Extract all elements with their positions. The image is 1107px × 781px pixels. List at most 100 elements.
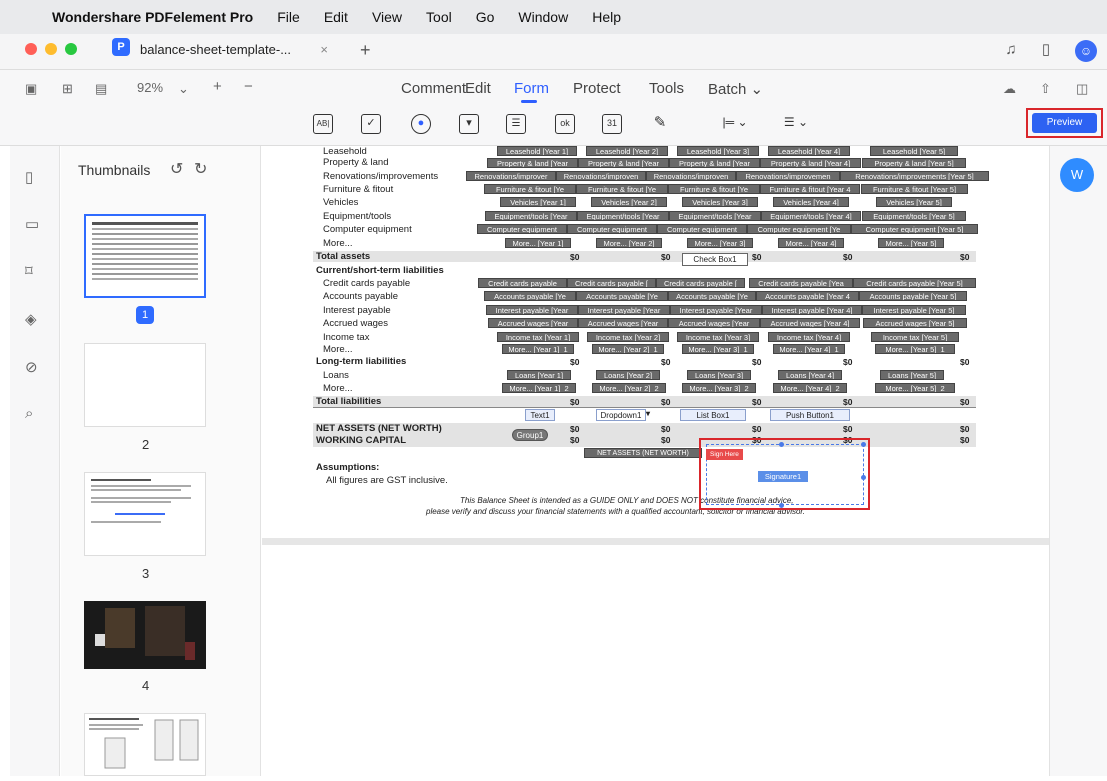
menu-view[interactable]: View bbox=[372, 9, 402, 25]
form-field[interactable]: Computer equipment [Ye bbox=[747, 224, 851, 234]
tab-batch[interactable]: Batch ⌄ bbox=[708, 80, 763, 98]
form-field[interactable]: Accounts payable [Ye bbox=[668, 291, 756, 301]
form-field[interactable]: Loans [Year 1] bbox=[507, 370, 571, 380]
form-field[interactable]: Interest payable [Year 5] bbox=[862, 305, 966, 315]
menu-edit[interactable]: Edit bbox=[324, 9, 348, 25]
form-field[interactable]: Interest payable [Year bbox=[486, 305, 578, 315]
form-field[interactable]: More... [Year 4]_2 bbox=[773, 383, 847, 393]
dropdown-chevron-icon[interactable]: ▾ bbox=[646, 409, 650, 418]
signature-field[interactable]: Signature1 bbox=[758, 471, 808, 482]
thumbnail-page-1[interactable] bbox=[84, 214, 206, 298]
form-field[interactable]: Accounts payable [Ye bbox=[576, 291, 668, 301]
minimize-window-button[interactable] bbox=[45, 43, 57, 55]
date-field-tool-icon[interactable]: 31 bbox=[602, 114, 622, 134]
search-icon[interactable]: ⌕ bbox=[25, 405, 33, 422]
text-field-tool-icon[interactable]: AB| bbox=[313, 114, 333, 134]
resize-handle[interactable] bbox=[779, 503, 784, 508]
attachment-icon[interactable]: ⊘ bbox=[25, 358, 38, 376]
form-field[interactable]: Income tax [Year 1] bbox=[497, 332, 579, 342]
form-field[interactable]: Income tax [Year 5] bbox=[871, 332, 959, 342]
close-window-button[interactable] bbox=[25, 43, 37, 55]
zoom-chevron-icon[interactable]: ⌄ bbox=[178, 81, 189, 97]
form-field[interactable]: Vehicles [Year 2] bbox=[591, 197, 667, 207]
share-icon[interactable]: ⇧ bbox=[1040, 81, 1051, 97]
form-field[interactable]: Accounts payable [Year 5] bbox=[859, 291, 967, 301]
close-tab-icon[interactable]: × bbox=[320, 37, 328, 63]
form-field[interactable]: Property & land [Year bbox=[669, 158, 760, 168]
form-field[interactable]: Income tax [Year 2] bbox=[587, 332, 669, 342]
form-field[interactable]: Computer equipment bbox=[657, 224, 747, 234]
page-icon[interactable]: ▯ bbox=[25, 168, 33, 186]
form-field[interactable]: Accrued wages [Year 4] bbox=[760, 318, 860, 328]
form-field[interactable]: More... [Year 3]_2 bbox=[682, 383, 756, 393]
form-field[interactable]: Leasehold [Year 1] bbox=[497, 146, 577, 156]
form-field[interactable]: Renovations/improven bbox=[646, 171, 736, 181]
form-field[interactable]: Accrued wages [Year 5] bbox=[863, 318, 967, 328]
form-field[interactable]: Computer equipment bbox=[477, 224, 567, 234]
zoom-in-button[interactable]: + bbox=[213, 78, 222, 95]
check-box-field[interactable]: Check Box1 bbox=[682, 253, 748, 266]
rotate-right-icon[interactable]: ↻ bbox=[194, 159, 207, 179]
user-avatar[interactable]: ☺ bbox=[1075, 40, 1097, 62]
form-field[interactable]: Property & land [Year bbox=[578, 158, 669, 168]
form-field[interactable]: Accrued wages [Year bbox=[578, 318, 668, 328]
bookmark-icon[interactable]: ⌑ bbox=[25, 262, 33, 280]
tab-edit[interactable]: Edit bbox=[465, 80, 491, 97]
form-field[interactable]: More... [Year 1]_1 bbox=[502, 344, 574, 354]
form-field[interactable]: Loans [Year 5] bbox=[880, 370, 944, 380]
form-field[interactable]: Property & land [Year 5] bbox=[862, 158, 966, 168]
form-field[interactable]: Income tax [Year 3] bbox=[677, 332, 759, 342]
form-field[interactable]: Credit cards payable [Yea bbox=[749, 278, 853, 288]
form-field[interactable]: Credit cards payable bbox=[478, 278, 567, 288]
form-field[interactable]: Computer equipment [Year 5] bbox=[851, 224, 978, 234]
form-field[interactable]: Leasehold [Year 4] bbox=[768, 146, 850, 156]
form-field[interactable]: Equipment/tools [Year bbox=[577, 211, 669, 221]
tab-tools[interactable]: Tools bbox=[649, 80, 684, 97]
signature-tool-icon[interactable]: ✎ bbox=[650, 114, 670, 134]
tab-comment[interactable]: Comment bbox=[401, 80, 466, 97]
menu-app-name[interactable]: Wondershare PDFelement Pro bbox=[52, 9, 253, 25]
grid-view-icon[interactable]: ⊞ bbox=[62, 81, 73, 97]
zoom-level[interactable]: 92% bbox=[137, 80, 163, 95]
form-field[interactable]: Leasehold [Year 5] bbox=[870, 146, 958, 156]
page-view-icon[interactable]: ▤ bbox=[95, 81, 107, 97]
form-field[interactable]: More... [Year 5] bbox=[878, 238, 944, 248]
form-field[interactable]: Property & land [Year bbox=[487, 158, 578, 168]
thumbnail-page-4[interactable] bbox=[84, 601, 206, 669]
form-field[interactable]: More... [Year 2] bbox=[596, 238, 662, 248]
form-field[interactable]: Computer equipment bbox=[567, 224, 657, 234]
form-field[interactable]: Equipment/tools [Year bbox=[485, 211, 577, 221]
zoom-out-button[interactable]: − bbox=[244, 78, 253, 95]
sidebar-toggle-icon[interactable]: ▣ bbox=[25, 81, 37, 97]
radio-button-tool-icon[interactable]: ● bbox=[411, 114, 431, 134]
form-field[interactable]: Interest payable [Year bbox=[670, 305, 762, 315]
dropdown-widget[interactable]: Dropdown1 bbox=[596, 409, 646, 421]
form-field[interactable]: More... [Year 3] bbox=[687, 238, 753, 248]
resize-handle[interactable] bbox=[861, 442, 866, 447]
page-number-1[interactable]: 1 bbox=[136, 306, 154, 324]
device-icon[interactable]: ▯ bbox=[1036, 40, 1056, 60]
form-field[interactable]: Leasehold [Year 2] bbox=[586, 146, 668, 156]
form-field[interactable]: Accrued wages [Year bbox=[488, 318, 578, 328]
checkbox-tool-icon[interactable]: ✓ bbox=[361, 114, 381, 134]
sign-here-tag[interactable]: Sign Here bbox=[706, 449, 743, 460]
thumbnail-page-3[interactable] bbox=[84, 472, 206, 556]
form-field[interactable]: Furniture & fitout [Ye bbox=[576, 184, 668, 194]
form-field[interactable]: Leasehold [Year 3] bbox=[677, 146, 759, 156]
form-field[interactable]: Vehicles [Year 3] bbox=[682, 197, 758, 207]
form-field[interactable]: Accrued wages [Year bbox=[668, 318, 760, 328]
bell-icon[interactable]: ♫ bbox=[1001, 40, 1021, 60]
menu-go[interactable]: Go bbox=[476, 9, 495, 25]
form-field[interactable]: Renovations/improven bbox=[556, 171, 646, 181]
form-field[interactable]: Income tax [Year 4] bbox=[768, 332, 850, 342]
panel-toggle-icon[interactable]: ◫ bbox=[1076, 81, 1088, 97]
menu-tool[interactable]: Tool bbox=[426, 9, 452, 25]
text-field-widget[interactable]: Text1 bbox=[525, 409, 555, 421]
form-field[interactable]: Furniture & fitout [Year 4 bbox=[760, 184, 860, 194]
form-field[interactable]: Furniture & fitout [Ye bbox=[484, 184, 576, 194]
tab-form[interactable]: Form bbox=[514, 80, 549, 97]
listbox-tool-icon[interactable]: ☰ bbox=[506, 114, 526, 134]
zoom-window-button[interactable] bbox=[65, 43, 77, 55]
menu-window[interactable]: Window bbox=[518, 9, 568, 25]
resize-handle[interactable] bbox=[861, 475, 866, 480]
